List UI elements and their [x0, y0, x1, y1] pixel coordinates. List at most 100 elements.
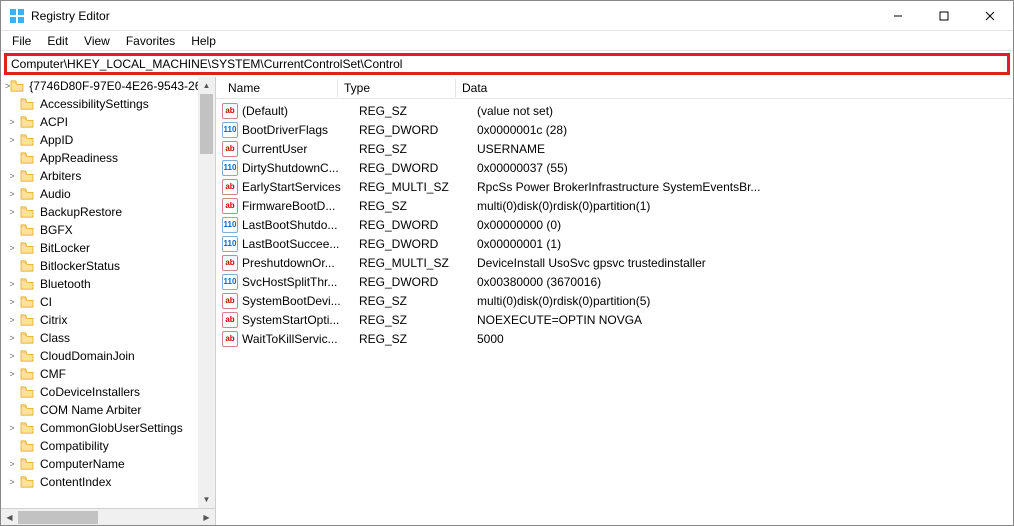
- folder-icon: [19, 277, 35, 291]
- tree-item[interactable]: >{7746D80F-97E0-4E26-9543-26B41: [1, 77, 215, 95]
- expander-icon[interactable]: >: [5, 423, 19, 433]
- tree-item[interactable]: CoDeviceInstallers: [1, 383, 215, 401]
- value-type: REG_SZ: [353, 332, 471, 346]
- scroll-left-arrow-icon[interactable]: ◀: [1, 509, 18, 526]
- value-name: FirmwareBootD...: [242, 199, 353, 213]
- expander-icon[interactable]: >: [5, 333, 19, 343]
- tree-item[interactable]: AppReadiness: [1, 149, 215, 167]
- expander-icon[interactable]: >: [5, 189, 19, 199]
- tree-item[interactable]: Compatibility: [1, 437, 215, 455]
- tree-item-label: {7746D80F-97E0-4E26-9543-26B41: [27, 79, 215, 93]
- expander-icon[interactable]: >: [5, 351, 19, 361]
- tree-item[interactable]: > Bluetooth: [1, 275, 215, 293]
- value-row[interactable]: ab(Default)REG_SZ(value not set): [216, 101, 1013, 120]
- tree-item[interactable]: >Class: [1, 329, 215, 347]
- tree-item-label: BitlockerStatus: [38, 259, 122, 273]
- scroll-thumb[interactable]: [200, 94, 213, 154]
- column-data[interactable]: Data: [455, 79, 1013, 97]
- tree-item[interactable]: >ACPI: [1, 113, 215, 131]
- scroll-thumb[interactable]: [18, 511, 98, 524]
- expander-icon[interactable]: >: [5, 477, 19, 487]
- expander-icon[interactable]: >: [5, 135, 19, 145]
- tree-item[interactable]: >BackupRestore: [1, 203, 215, 221]
- expander-icon[interactable]: >: [5, 369, 19, 379]
- expander-icon[interactable]: >: [5, 243, 19, 253]
- value-row[interactable]: abPreshutdownOr...REG_MULTI_SZDeviceInst…: [216, 253, 1013, 272]
- values-pane: Name Type Data ab(Default)REG_SZ(value n…: [216, 77, 1013, 525]
- tree-item-label: COM Name Arbiter: [38, 403, 143, 417]
- tree-item[interactable]: > ComputerName: [1, 455, 215, 473]
- value-row[interactable]: 110LastBootSuccee...REG_DWORD0x00000001 …: [216, 234, 1013, 253]
- tree-item[interactable]: COM Name Arbiter: [1, 401, 215, 419]
- value-row[interactable]: abEarlyStartServicesREG_MULTI_SZRpcSs Po…: [216, 177, 1013, 196]
- value-data: 5000: [471, 332, 1013, 346]
- expander-icon[interactable]: >: [5, 117, 19, 127]
- scroll-right-arrow-icon[interactable]: ▶: [198, 509, 215, 526]
- folder-icon: [19, 367, 35, 381]
- value-type: REG_SZ: [353, 294, 471, 308]
- tree-item-label: Compatibility: [38, 439, 111, 453]
- tree-item-label: ComputerName: [38, 457, 127, 471]
- address-text: Computer\HKEY_LOCAL_MACHINE\SYSTEM\Curre…: [11, 57, 402, 71]
- expander-icon[interactable]: >: [5, 297, 19, 307]
- menu-favorites[interactable]: Favorites: [119, 32, 182, 50]
- menu-view[interactable]: View: [77, 32, 117, 50]
- window-buttons: [875, 1, 1013, 30]
- value-row[interactable]: 110LastBootShutdo...REG_DWORD0x00000000 …: [216, 215, 1013, 234]
- expander-icon[interactable]: >: [5, 315, 19, 325]
- tree-item-label: Bluetooth: [38, 277, 93, 291]
- tree-item-label: CommonGlobUserSettings: [38, 421, 185, 435]
- column-type[interactable]: Type: [337, 79, 455, 97]
- address-bar[interactable]: Computer\HKEY_LOCAL_MACHINE\SYSTEM\Curre…: [4, 53, 1010, 75]
- tree-item[interactable]: BGFX: [1, 221, 215, 239]
- tree-item[interactable]: >AppID: [1, 131, 215, 149]
- minimize-button[interactable]: [875, 1, 921, 30]
- value-row[interactable]: abCurrentUserREG_SZUSERNAME: [216, 139, 1013, 158]
- expander-icon[interactable]: >: [5, 279, 19, 289]
- expander-icon[interactable]: >: [5, 459, 19, 469]
- tree-item[interactable]: >CI: [1, 293, 215, 311]
- value-row[interactable]: abFirmwareBootD...REG_SZmulti(0)disk(0)r…: [216, 196, 1013, 215]
- tree-item[interactable]: >Citrix: [1, 311, 215, 329]
- value-row[interactable]: abSystemStartOpti...REG_SZ NOEXECUTE=OPT…: [216, 310, 1013, 329]
- value-row[interactable]: 110BootDriverFlagsREG_DWORD0x0000001c (2…: [216, 120, 1013, 139]
- tree-item[interactable]: >CMF: [1, 365, 215, 383]
- value-type: REG_MULTI_SZ: [353, 256, 471, 270]
- column-name[interactable]: Name: [222, 79, 337, 97]
- value-type: REG_DWORD: [353, 237, 471, 251]
- tree-item[interactable]: BitlockerStatus: [1, 257, 215, 275]
- value-data: multi(0)disk(0)rdisk(0)partition(1): [471, 199, 1013, 213]
- tree-horizontal-scrollbar[interactable]: ◀ ▶: [1, 508, 215, 525]
- value-row[interactable]: abSystemBootDevi...REG_SZmulti(0)disk(0)…: [216, 291, 1013, 310]
- value-row[interactable]: 110SvcHostSplitThr...REG_DWORD0x00380000…: [216, 272, 1013, 291]
- menu-help[interactable]: Help: [184, 32, 223, 50]
- tree-item[interactable]: >ContentIndex: [1, 473, 215, 491]
- tree-item[interactable]: > CommonGlobUserSettings: [1, 419, 215, 437]
- folder-icon: [19, 475, 35, 489]
- menu-edit[interactable]: Edit: [40, 32, 75, 50]
- values-list[interactable]: ab(Default)REG_SZ(value not set)110BootD…: [216, 99, 1013, 525]
- value-type-icon: 110: [222, 217, 238, 233]
- value-type-icon: ab: [222, 331, 238, 347]
- folder-icon: [19, 151, 35, 165]
- tree-item[interactable]: >BitLocker: [1, 239, 215, 257]
- value-type-icon: 110: [222, 274, 238, 290]
- expander-icon[interactable]: >: [5, 207, 19, 217]
- tree-list[interactable]: >{7746D80F-97E0-4E26-9543-26B41Accessibi…: [1, 77, 215, 491]
- menu-file[interactable]: File: [5, 32, 38, 50]
- value-type-icon: ab: [222, 179, 238, 195]
- tree-item-label: AppReadiness: [38, 151, 120, 165]
- close-button[interactable]: [967, 1, 1013, 30]
- tree-item[interactable]: >CloudDomainJoin: [1, 347, 215, 365]
- tree-vertical-scrollbar[interactable]: ▲ ▼: [198, 77, 215, 508]
- tree-item[interactable]: >Arbiters: [1, 167, 215, 185]
- scroll-down-arrow-icon[interactable]: ▼: [198, 491, 215, 508]
- folder-icon: [19, 97, 35, 111]
- expander-icon[interactable]: >: [5, 171, 19, 181]
- tree-item[interactable]: >Audio: [1, 185, 215, 203]
- value-row[interactable]: abWaitToKillServic...REG_SZ5000: [216, 329, 1013, 348]
- value-row[interactable]: 110DirtyShutdownC...REG_DWORD0x00000037 …: [216, 158, 1013, 177]
- maximize-button[interactable]: [921, 1, 967, 30]
- tree-item[interactable]: AccessibilitySettings: [1, 95, 215, 113]
- scroll-up-arrow-icon[interactable]: ▲: [198, 77, 215, 94]
